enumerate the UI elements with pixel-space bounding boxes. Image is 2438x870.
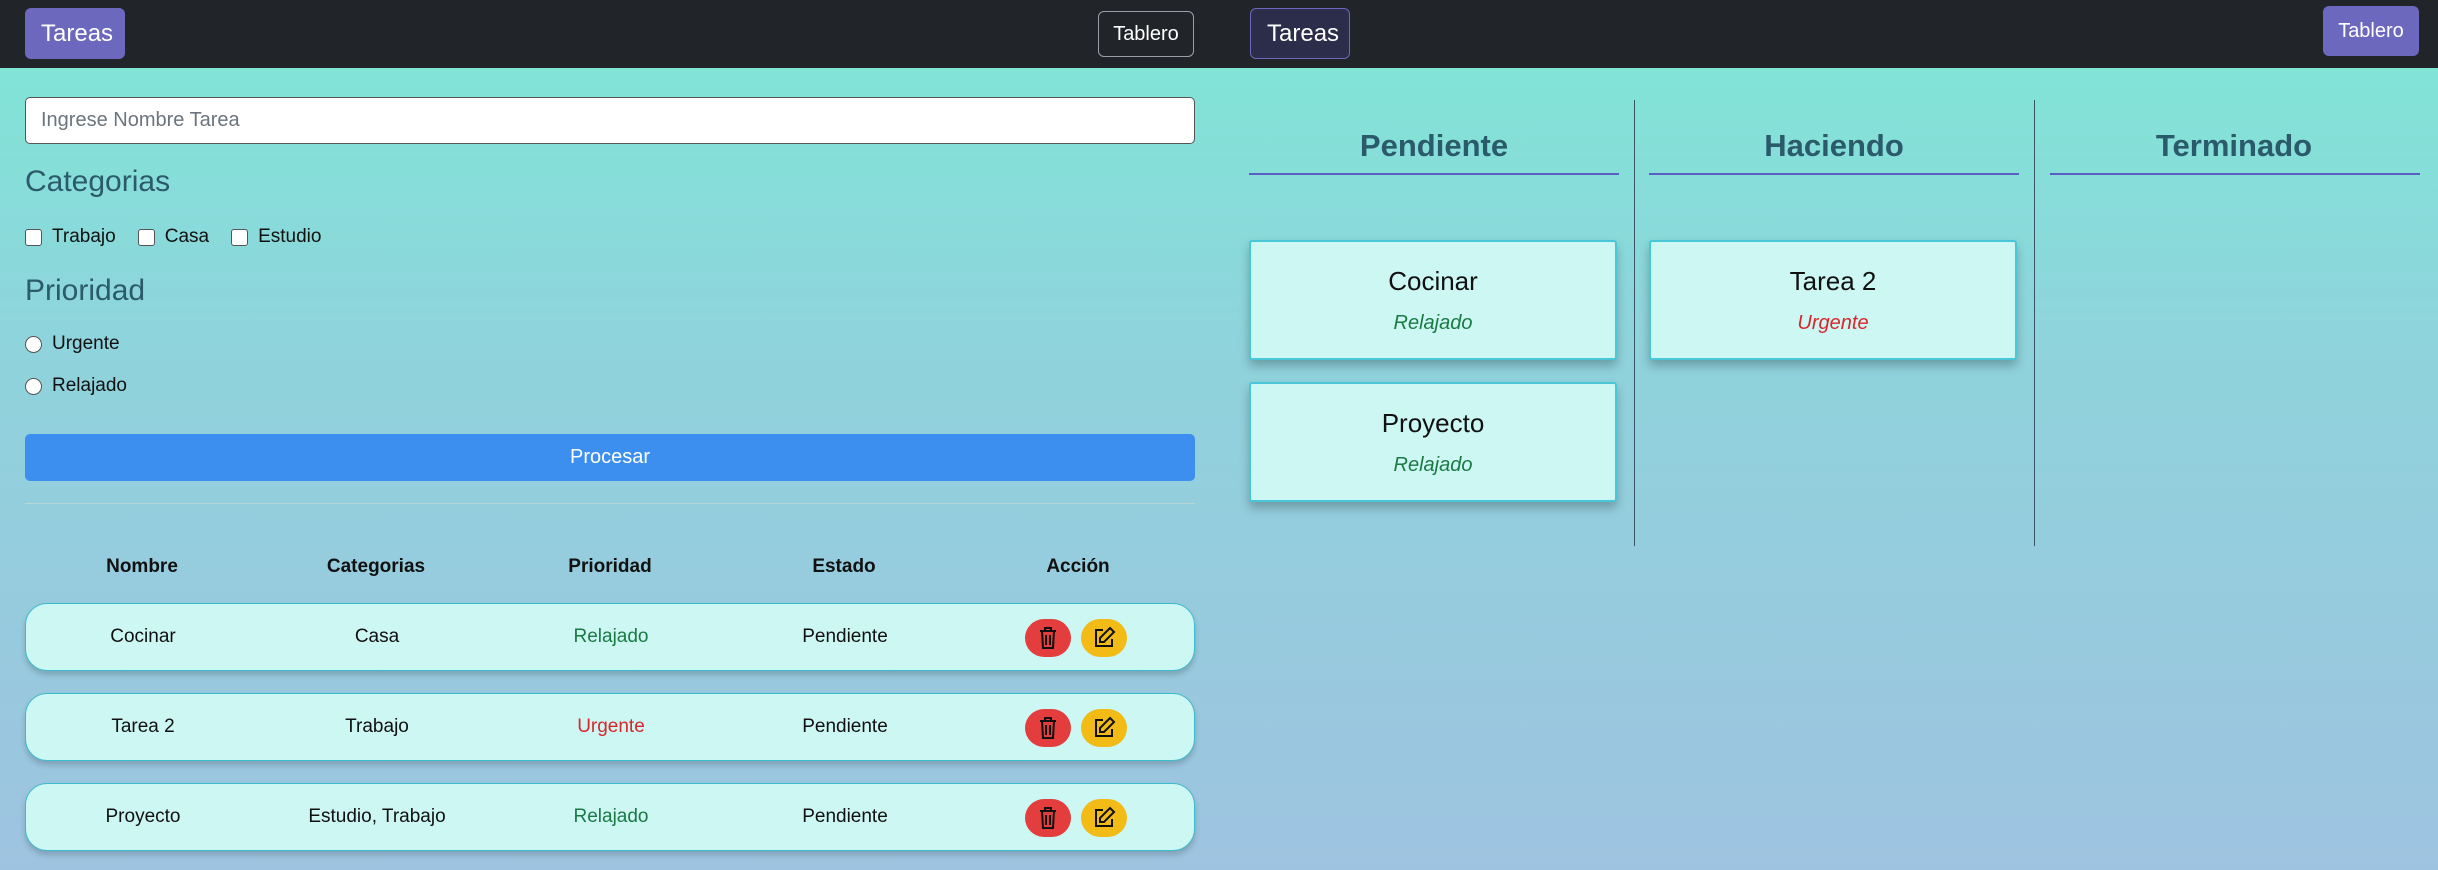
card-title: Cocinar: [1388, 266, 1478, 296]
checkbox-label: Estudio: [258, 226, 322, 247]
checkbox-box[interactable]: [231, 228, 249, 246]
delete-button[interactable]: [1025, 619, 1071, 657]
cell-priority: Urgente: [577, 716, 645, 737]
checkbox-box[interactable]: [25, 228, 42, 246]
card-title: Tarea 2: [1789, 266, 1877, 296]
edit-button[interactable]: [1081, 709, 1127, 747]
edit-button[interactable]: [1081, 619, 1127, 657]
trash-icon: [1040, 807, 1056, 829]
delete-button[interactable]: [1025, 709, 1071, 747]
cell-status: Pendiente: [802, 806, 888, 827]
column-title-terminado: Terminado: [2155, 128, 2313, 163]
edit-button[interactable]: [1081, 799, 1127, 837]
radio-label: Urgente: [52, 333, 120, 354]
column-underline: [1249, 173, 1619, 175]
radio-label: Relajado: [52, 375, 127, 396]
cell-status: Pendiente: [802, 716, 888, 737]
column-underline: [1649, 173, 2019, 175]
radio-urgente[interactable]: Urgente: [25, 329, 120, 359]
column-underline: [2050, 173, 2420, 175]
checkbox-casa[interactable]: Casa: [137, 226, 210, 248]
radio-circle[interactable]: [25, 377, 42, 395]
cell-priority: Relajado: [573, 806, 649, 827]
cell-categories: Casa: [354, 626, 400, 647]
card-priority: Relajado: [1393, 454, 1473, 476]
cell-name: Tarea 2: [111, 716, 175, 737]
edit-icon: [1095, 716, 1116, 737]
edit-icon: [1095, 806, 1116, 827]
card-priority: Relajado: [1393, 312, 1473, 334]
cell-name: Cocinar: [110, 626, 176, 647]
left-navbar: Tareas Tablero: [0, 0, 1220, 68]
header-nombre: Nombre: [106, 556, 178, 577]
column-title-pendiente: Pendiente: [1359, 128, 1509, 163]
procesar-button[interactable]: Procesar: [25, 434, 1195, 481]
priority-title: Prioridad: [25, 274, 146, 307]
right-navbar: Tareas Tablero: [1220, 0, 2438, 68]
brand-tareas[interactable]: Tareas: [1250, 8, 1350, 59]
header-prioridad: Prioridad: [568, 556, 652, 577]
task-card[interactable]: Cocinar Relajado: [1249, 240, 1617, 360]
brand-tareas[interactable]: Tareas: [25, 8, 125, 59]
checkbox-box[interactable]: [137, 228, 155, 246]
tablero-button[interactable]: Tablero: [1098, 11, 1194, 57]
cell-priority: Relajado: [573, 626, 649, 647]
trash-icon: [1040, 717, 1056, 739]
column-title-haciendo: Haciendo: [1764, 128, 1904, 163]
task-name-input[interactable]: [25, 97, 1195, 144]
table-row: Proyecto Estudio, Trabajo Relajado Pendi…: [25, 783, 1195, 851]
cell-name: Proyecto: [105, 806, 181, 827]
checkbox-label: Casa: [164, 226, 210, 247]
table-row: Tarea 2 Trabajo Urgente Pendiente: [25, 693, 1195, 761]
header-categorias: Categorias: [326, 556, 426, 577]
table-row: Cocinar Casa Relajado Pendiente: [25, 603, 1195, 671]
cell-categories: Trabajo: [345, 716, 409, 737]
radio-circle[interactable]: [25, 335, 42, 353]
categories-checkboxes: Trabajo Casa Estudio: [25, 222, 343, 252]
categories-title: Categorias: [25, 165, 171, 198]
divider: [25, 503, 1195, 504]
trash-icon: [1040, 627, 1056, 649]
card-title: Proyecto: [1381, 408, 1485, 438]
cell-status: Pendiente: [802, 626, 888, 647]
column-separator: [2034, 100, 2035, 546]
checkbox-trabajo[interactable]: Trabajo: [25, 226, 116, 248]
checkbox-estudio[interactable]: Estudio: [231, 226, 321, 248]
radio-relajado[interactable]: Relajado: [25, 371, 127, 401]
task-card[interactable]: Proyecto Relajado: [1249, 382, 1617, 502]
task-card[interactable]: Tarea 2 Urgente: [1649, 240, 2017, 360]
checkbox-label: Trabajo: [52, 226, 116, 247]
header-accion: Acción: [1046, 556, 1110, 577]
tablero-button[interactable]: Tablero: [2323, 6, 2419, 56]
cell-categories: Estudio, Trabajo: [308, 806, 446, 827]
edit-icon: [1095, 626, 1116, 647]
delete-button[interactable]: [1025, 799, 1071, 837]
card-priority: Urgente: [1797, 312, 1869, 334]
header-estado: Estado: [812, 556, 876, 577]
column-separator: [1634, 100, 1635, 546]
